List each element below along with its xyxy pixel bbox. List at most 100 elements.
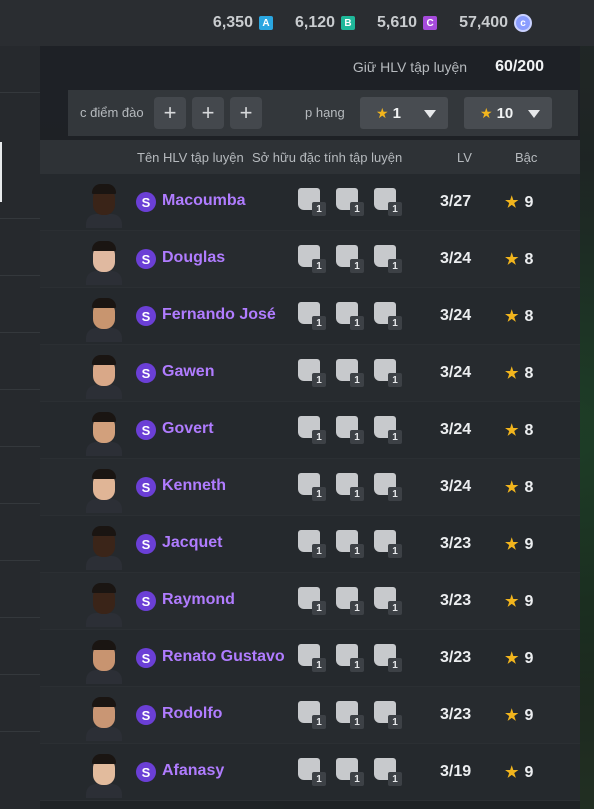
training-trait-icon[interactable]: 1 bbox=[298, 188, 328, 216]
trait-level: 1 bbox=[312, 487, 326, 501]
table-row[interactable]: S Govert 1 1 1 3/24 ★ 8 bbox=[40, 402, 580, 459]
trait-level: 1 bbox=[350, 601, 364, 615]
trait-level: 1 bbox=[312, 202, 326, 216]
coach-level: 3/23 bbox=[440, 592, 472, 609]
training-trait-icon[interactable]: 1 bbox=[374, 701, 404, 729]
rank-to-dropdown[interactable]: ★ 10 bbox=[464, 97, 552, 129]
coach-level: 3/24 bbox=[440, 307, 472, 324]
coach-name: Jacquet bbox=[162, 534, 223, 551]
grade-value: 9 bbox=[524, 650, 534, 667]
table-row[interactable]: S Jacquet 1 1 1 3/23 ★ 9 bbox=[40, 516, 580, 573]
trait-level: 1 bbox=[350, 715, 364, 729]
training-trait-icon[interactable]: 1 bbox=[298, 587, 328, 615]
trait-level: 1 bbox=[312, 772, 326, 786]
add-filter-button-2[interactable]: + bbox=[192, 97, 224, 129]
training-trait-icon[interactable]: 1 bbox=[336, 701, 366, 729]
training-trait-icon[interactable]: 1 bbox=[374, 416, 404, 444]
training-trait-icon[interactable]: 1 bbox=[374, 644, 404, 672]
grade-value: 9 bbox=[524, 764, 534, 781]
table-row[interactable]: S Renato Gustavo 1 1 1 3/23 ★ 9 bbox=[40, 630, 580, 687]
trait-level: 1 bbox=[388, 430, 402, 444]
coach-name: Gawen bbox=[162, 363, 215, 380]
training-trait-icon[interactable]: 1 bbox=[298, 416, 328, 444]
add-filter-button-1[interactable]: + bbox=[154, 97, 186, 129]
column-header-lv[interactable]: LV bbox=[457, 150, 472, 165]
trait-level: 1 bbox=[388, 601, 402, 615]
training-trait-icon[interactable]: 1 bbox=[374, 530, 404, 558]
special-coach-icon: S bbox=[136, 192, 156, 212]
currency-b: 6,120 B bbox=[295, 14, 356, 32]
training-trait-icon[interactable]: 1 bbox=[374, 245, 404, 273]
training-trait-icon[interactable]: 1 bbox=[336, 302, 366, 330]
capacity-row: Giữ HLV tập luyện 60/200 bbox=[40, 46, 580, 88]
grade-value: 8 bbox=[524, 308, 534, 325]
training-trait-icon[interactable]: 1 bbox=[336, 473, 366, 501]
coach-name: Afanasy bbox=[162, 762, 225, 779]
training-trait-icon[interactable]: 1 bbox=[374, 188, 404, 216]
coach-list-panel: Giữ HLV tập luyện 60/200 c điểm đào + + … bbox=[40, 46, 580, 809]
table-row[interactable]: S Douglas 1 1 1 3/24 ★ 8 bbox=[40, 231, 580, 288]
training-trait-icon[interactable]: 1 bbox=[298, 473, 328, 501]
column-header-name[interactable]: Tên HLV tập luyện bbox=[137, 150, 244, 165]
training-trait-icon[interactable]: 1 bbox=[374, 359, 404, 387]
training-trait-icon[interactable]: 1 bbox=[298, 758, 328, 786]
grade-value: 9 bbox=[524, 593, 534, 610]
coach-name: Kenneth bbox=[162, 477, 226, 494]
add-filter-button-3[interactable]: + bbox=[230, 97, 262, 129]
table-row[interactable]: S Afanasy 1 1 1 3/19 ★ 9 bbox=[40, 744, 580, 801]
star-icon: ★ bbox=[505, 422, 519, 439]
training-trait-icon[interactable]: 1 bbox=[336, 359, 366, 387]
trait-level: 1 bbox=[312, 316, 326, 330]
divider bbox=[0, 674, 40, 675]
table-row[interactable]: S Raymond 1 1 1 3/23 ★ 9 bbox=[40, 573, 580, 630]
training-trait-icon[interactable]: 1 bbox=[374, 758, 404, 786]
training-trait-icon[interactable]: 1 bbox=[336, 644, 366, 672]
trait-level: 1 bbox=[312, 430, 326, 444]
currency-c: 5,610 C bbox=[377, 14, 438, 32]
grade-value: 9 bbox=[524, 707, 534, 724]
coach-name: Renato Gustavo bbox=[162, 648, 285, 665]
training-trait-icon[interactable]: 1 bbox=[336, 587, 366, 615]
trait-level: 1 bbox=[388, 772, 402, 786]
training-trait-icon[interactable]: 1 bbox=[336, 245, 366, 273]
training-trait-icon[interactable]: 1 bbox=[298, 245, 328, 273]
training-trait-icon[interactable]: 1 bbox=[298, 359, 328, 387]
training-trait-icon[interactable]: 1 bbox=[336, 758, 366, 786]
coach-grade: ★ 8 bbox=[505, 364, 533, 383]
rank-to-value: 10 bbox=[496, 104, 514, 122]
training-trait-icon[interactable]: 1 bbox=[374, 302, 404, 330]
coach-avatar bbox=[84, 352, 124, 399]
coach-avatar bbox=[84, 295, 124, 342]
training-trait-icon[interactable]: 1 bbox=[298, 701, 328, 729]
coach-grade: ★ 9 bbox=[505, 193, 533, 212]
rank-from-value: 1 bbox=[392, 104, 401, 122]
coach-avatar bbox=[84, 409, 124, 456]
trait-level: 1 bbox=[350, 772, 364, 786]
training-trait-icon[interactable]: 1 bbox=[374, 587, 404, 615]
coach-name: Govert bbox=[162, 420, 214, 437]
table-row[interactable]: S Rodolfo 1 1 1 3/23 ★ 9 bbox=[40, 687, 580, 744]
table-row[interactable]: S Kenneth 1 1 1 3/24 ★ 8 bbox=[40, 459, 580, 516]
rank-from-dropdown[interactable]: ★ 1 bbox=[360, 97, 448, 129]
coach-grade: ★ 9 bbox=[505, 706, 533, 725]
training-trait-icon[interactable]: 1 bbox=[298, 644, 328, 672]
trait-level: 1 bbox=[350, 373, 364, 387]
training-trait-icon[interactable]: 1 bbox=[336, 188, 366, 216]
training-filter-label: c điểm đào bbox=[80, 105, 144, 120]
table-row[interactable]: S Fernando José 1 1 1 3/24 ★ 8 bbox=[40, 288, 580, 345]
training-trait-icon[interactable]: 1 bbox=[336, 530, 366, 558]
coach-level: 3/27 bbox=[440, 193, 472, 210]
column-header-traits[interactable]: Sở hữu đặc tính tập luyện bbox=[252, 150, 402, 165]
training-trait-icon[interactable]: 1 bbox=[298, 530, 328, 558]
currency-b-icon: B bbox=[341, 16, 356, 30]
training-trait-icon[interactable]: 1 bbox=[374, 473, 404, 501]
column-header-grade[interactable]: Bậc bbox=[515, 150, 537, 165]
currency-bar: 6,350 A 6,120 B 5,610 C 57,400 c bbox=[0, 0, 594, 46]
table-row[interactable]: S Gawen 1 1 1 3/24 ★ 8 bbox=[40, 345, 580, 402]
table-row[interactable]: S Macoumba 1 1 1 3/27 ★ 9 bbox=[40, 174, 580, 231]
coach-name: Raymond bbox=[162, 591, 235, 608]
training-trait-icon[interactable]: 1 bbox=[298, 302, 328, 330]
star-icon: ★ bbox=[480, 104, 493, 121]
training-trait-icon[interactable]: 1 bbox=[336, 416, 366, 444]
trait-level: 1 bbox=[388, 658, 402, 672]
